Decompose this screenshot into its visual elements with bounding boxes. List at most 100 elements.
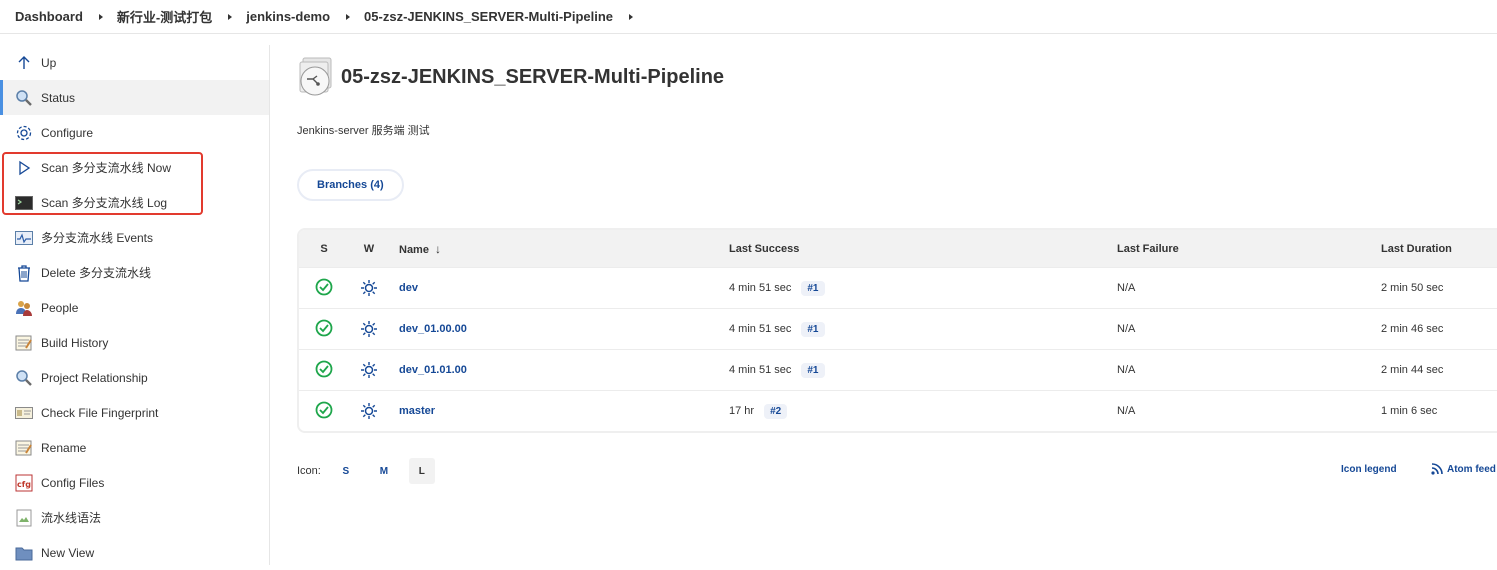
branches-table: S W Name ↓ Last Success Last Failure Last… xyxy=(297,228,1497,433)
cfg-icon: cfg xyxy=(15,474,33,492)
icon-size-large[interactable]: L xyxy=(408,458,435,484)
icon-size-label: Icon: xyxy=(297,465,321,477)
breadcrumb-separator-icon[interactable] xyxy=(629,13,634,20)
page-title: 05-zsz-JENKINS_SERVER-Multi-Pipeline xyxy=(341,65,725,88)
trash-icon xyxy=(15,264,33,282)
events-icon xyxy=(15,229,33,247)
header-weather[interactable]: W xyxy=(349,243,389,255)
broken-image-icon xyxy=(15,509,33,527)
sidebar-item-rename[interactable]: Rename xyxy=(0,430,269,465)
sidebar-item-status[interactable]: Status xyxy=(0,80,269,115)
sidebar-item-pipeline-syntax[interactable]: 流水线语法 xyxy=(0,500,269,535)
branch-link[interactable]: dev xyxy=(399,282,418,294)
sidebar-item-configure[interactable]: Configure xyxy=(0,115,269,150)
sidebar-item-label: Delete 多分支流水线 xyxy=(41,266,152,280)
notepad-icon xyxy=(15,334,33,352)
breadcrumb-subfolder[interactable]: jenkins-demo xyxy=(246,9,330,24)
success-check-icon xyxy=(299,401,349,422)
last-duration-value: 1 min 6 sec xyxy=(1381,405,1438,417)
folder-icon xyxy=(15,544,33,562)
sidebar-item-build-history[interactable]: Build History xyxy=(0,325,269,360)
fingerprint-icon xyxy=(15,404,33,422)
sidebar-item-label: Check File Fingerprint xyxy=(41,405,159,420)
sidebar-item-label: Up xyxy=(41,55,57,70)
sidebar-item-label: New View xyxy=(41,545,95,560)
atom-feed-label: Atom feed for all xyxy=(1447,463,1497,475)
sidebar-item-label: Build History xyxy=(41,335,109,350)
breadcrumb-separator-icon[interactable] xyxy=(98,13,103,20)
header-last-failure[interactable]: Last Failure xyxy=(1117,243,1381,255)
success-check-icon xyxy=(299,278,349,299)
last-duration-value: 2 min 50 sec xyxy=(1381,282,1444,294)
breadcrumb: Dashboard 新行业-测试打包 jenkins-demo 05-zsz-J… xyxy=(0,0,1497,34)
sidebar-item-up[interactable]: Up xyxy=(0,45,269,80)
sidebar-item-label: Project Relationship xyxy=(41,370,148,385)
build-link[interactable]: #2 xyxy=(764,403,788,419)
sidebar-item-new-view[interactable]: New View xyxy=(0,535,269,570)
breadcrumb-separator-icon[interactable] xyxy=(346,13,351,20)
build-link[interactable]: #1 xyxy=(801,362,825,378)
sidebar-item-config-files[interactable]: cfg Config Files xyxy=(0,465,269,500)
last-failure-value: N/A xyxy=(1117,364,1136,376)
sidebar-item-project-relationship[interactable]: Project Relationship xyxy=(0,360,269,395)
breadcrumb-dashboard[interactable]: Dashboard xyxy=(15,9,83,24)
last-failure-value: N/A xyxy=(1117,405,1136,417)
weather-sunny-icon xyxy=(349,361,389,379)
weather-sunny-icon xyxy=(349,402,389,420)
branch-link[interactable]: dev_01.00.00 xyxy=(399,323,467,335)
last-duration-value: 2 min 46 sec xyxy=(1381,323,1444,335)
table-row: master 17 hr #2 N/A 1 min 6 sec xyxy=(299,390,1497,431)
branch-link[interactable]: dev_01.01.00 xyxy=(399,364,467,376)
build-link[interactable]: #1 xyxy=(801,321,825,337)
tab-branches[interactable]: Branches (4) xyxy=(297,169,404,201)
last-success-time: 4 min 51 sec xyxy=(729,282,792,294)
success-check-icon xyxy=(299,360,349,381)
atom-feed-link[interactable]: Atom feed for all xyxy=(1430,462,1497,476)
header-name[interactable]: Name ↓ xyxy=(389,242,729,256)
last-duration-value: 2 min 44 sec xyxy=(1381,364,1444,376)
branch-link[interactable]: master xyxy=(399,405,435,417)
highlight-annotation-box xyxy=(2,152,203,215)
sidebar-item-events[interactable]: 多分支流水线 Events xyxy=(0,220,269,255)
sidebar-item-delete[interactable]: Delete 多分支流水线 xyxy=(0,255,269,290)
arrow-up-icon xyxy=(15,54,33,72)
multibranch-pipeline-icon xyxy=(297,57,335,97)
last-success-time: 4 min 51 sec xyxy=(729,364,792,376)
table-header: S W Name ↓ Last Success Last Failure Last… xyxy=(299,230,1497,267)
last-success-time: 4 min 51 sec xyxy=(729,323,792,335)
sidebar-item-label: 流水线语法 xyxy=(41,511,102,525)
icon-legend-link[interactable]: Icon legend xyxy=(1341,464,1397,475)
breadcrumb-folder[interactable]: 新行业-测试打包 xyxy=(117,7,212,26)
last-failure-value: N/A xyxy=(1117,323,1136,335)
header-status[interactable]: S xyxy=(299,243,349,255)
last-success-time: 17 hr xyxy=(729,405,755,417)
sidebar-item-fingerprint[interactable]: Check File Fingerprint xyxy=(0,395,269,430)
header-last-duration[interactable]: Last Duration xyxy=(1381,243,1497,255)
header-name-label: Name xyxy=(399,243,429,256)
sidebar-item-people[interactable]: People xyxy=(0,290,269,325)
sidebar-item-label: People xyxy=(41,300,79,315)
sidebar-item-label: 多分支流水线 Events xyxy=(41,231,154,245)
breadcrumb-separator-icon[interactable] xyxy=(228,13,233,20)
icon-size-selector: Icon: S M L xyxy=(297,458,435,484)
sort-down-icon: ↓ xyxy=(434,241,441,256)
sidebar: Up Status Configure Scan 多分支流水线 Now Scan… xyxy=(0,45,270,565)
gear-icon xyxy=(15,124,33,142)
success-check-icon xyxy=(299,319,349,340)
header-last-success[interactable]: Last Success xyxy=(729,243,1117,255)
svg-text:cfg: cfg xyxy=(17,480,31,489)
magnifier-icon xyxy=(15,89,33,107)
sidebar-item-label: Configure xyxy=(41,125,94,140)
magnifier-icon xyxy=(15,369,33,387)
weather-sunny-icon xyxy=(349,320,389,338)
last-failure-value: N/A xyxy=(1117,282,1136,294)
build-link[interactable]: #1 xyxy=(801,280,825,296)
people-icon xyxy=(15,299,33,317)
rss-icon xyxy=(1431,463,1443,475)
table-row: dev 4 min 51 sec #1 N/A 2 min 50 sec xyxy=(299,267,1497,308)
breadcrumb-job[interactable]: 05-zsz-JENKINS_SERVER-Multi-Pipeline xyxy=(364,9,613,24)
sidebar-item-label: Rename xyxy=(41,440,87,455)
icon-size-small[interactable]: S xyxy=(333,458,359,484)
icon-size-medium[interactable]: M xyxy=(371,458,397,484)
table-row: dev_01.01.00 4 min 51 sec #1 N/A 2 min 44… xyxy=(299,349,1497,390)
